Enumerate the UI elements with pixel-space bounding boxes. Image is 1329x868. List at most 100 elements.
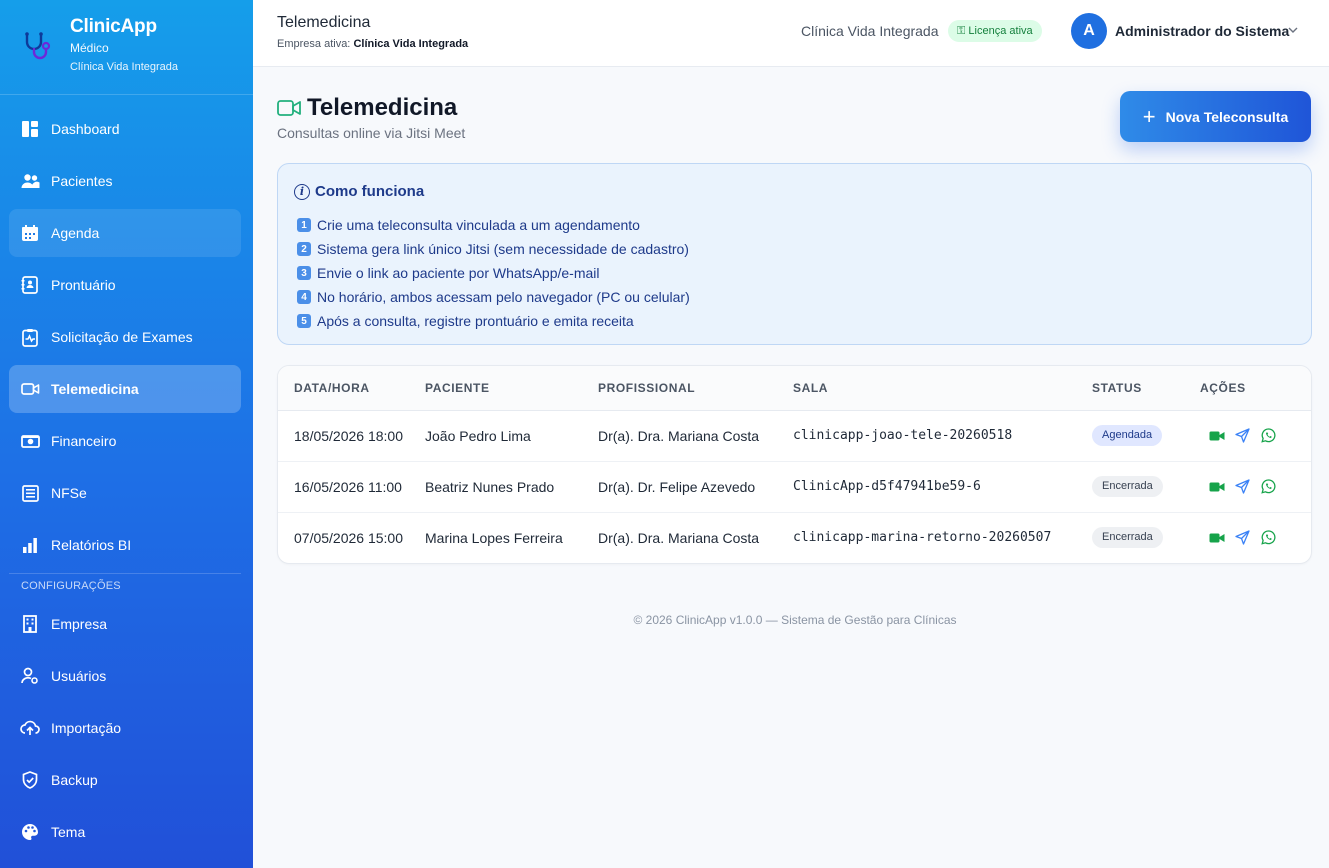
- sidebar-item-usuarios[interactable]: Usuários: [9, 652, 241, 700]
- whatsapp-icon[interactable]: [1260, 427, 1277, 444]
- column-header-professional[interactable]: PROFISSIONAL: [598, 366, 793, 411]
- cell-room: clinicapp-marina-retorno-20260507: [793, 530, 1052, 546]
- step-item: 5 Após a consulta, registre prontuário e …: [297, 309, 690, 333]
- medical-record-icon: [20, 275, 40, 295]
- sidebar-item-backup[interactable]: Backup: [9, 756, 241, 804]
- status-badge: Agendada: [1092, 425, 1163, 446]
- step-number-icon: 2: [297, 242, 311, 256]
- join-video-icon[interactable]: [1208, 529, 1225, 546]
- shield-check-icon: [20, 770, 40, 790]
- top-header: Telemedicina Empresa ativa: Clínica Vida…: [253, 0, 1329, 67]
- send-link-icon[interactable]: [1234, 427, 1251, 444]
- stethoscope-icon: [25, 32, 51, 60]
- clipboard-pulse-icon: [20, 327, 40, 347]
- license-badge: ⚿ Licença ativa: [948, 20, 1042, 42]
- invoice-icon: [20, 483, 40, 503]
- building-icon: [20, 614, 40, 634]
- sidebar-nav: Dashboard Pacientes Agenda Prontuário So…: [0, 95, 253, 569]
- sidebar-item-telemedicina[interactable]: Telemedicina: [9, 365, 241, 413]
- sidebar-item-label: Backup: [51, 772, 98, 788]
- teleconsultations-table: DATA/HORA PACIENTE PROFISSIONAL SALA STA…: [277, 365, 1312, 564]
- sidebar-item-label: NFSe: [51, 485, 87, 501]
- how-it-works-title: i Como funciona: [294, 183, 424, 200]
- step-item: 3 Envie o link ao paciente por WhatsApp/e…: [297, 261, 690, 285]
- table-row: 07/05/2026 15:00 Marina Lopes Ferreira D…: [278, 512, 1311, 563]
- video-icon: [20, 379, 40, 399]
- step-number-icon: 5: [297, 314, 311, 328]
- sidebar-item-dashboard[interactable]: Dashboard: [9, 105, 241, 153]
- cell-professional: Dr(a). Dr. Felipe Azevedo: [598, 461, 793, 513]
- sidebar-item-nfse[interactable]: NFSe: [9, 469, 241, 517]
- sidebar-item-agenda[interactable]: Agenda: [9, 209, 241, 257]
- sidebar-section-label: CONFIGURAÇÕES: [21, 580, 121, 592]
- sidebar-item-tema[interactable]: Tema: [9, 808, 241, 856]
- user-menu-name[interactable]: Administrador do Sistema: [1115, 23, 1289, 39]
- video-icon: [277, 100, 301, 116]
- cell-room: ClinicApp-d5f47941be59-6: [793, 461, 1092, 513]
- cash-icon: [20, 431, 40, 451]
- sidebar: ClinicApp Médico Clínica Vida Integrada …: [0, 0, 253, 868]
- sidebar-item-label: Tema: [51, 824, 86, 840]
- step-text: No horário, ambos acessam pelo navegador…: [317, 289, 690, 305]
- plus-icon: +: [1142, 103, 1156, 129]
- header-clinic-name: Clínica Vida Integrada: [801, 23, 939, 39]
- sidebar-item-relatorios-bi[interactable]: Relatórios BI: [9, 521, 241, 569]
- sidebar-item-label: Pacientes: [51, 173, 113, 189]
- app-name: ClinicApp: [70, 16, 157, 37]
- whatsapp-icon[interactable]: [1260, 529, 1277, 546]
- cell-status: Encerrada: [1092, 461, 1200, 513]
- page-subtitle: Consultas online via Jitsi Meet: [277, 125, 466, 141]
- send-link-icon[interactable]: [1234, 478, 1251, 495]
- status-badge: Encerrada: [1092, 527, 1163, 549]
- table-row: 18/05/2026 18:00 João Pedro Lima Dr(a). …: [278, 410, 1311, 462]
- step-text: Crie uma teleconsulta vinculada a um age…: [317, 217, 640, 233]
- sidebar-item-label: Empresa: [51, 616, 108, 632]
- chevron-down-icon[interactable]: [1287, 24, 1299, 36]
- user-role: Médico: [70, 41, 109, 55]
- sidebar-config-nav: Empresa Usuários Importação Backup Tema: [0, 600, 253, 856]
- step-item: 1 Crie uma teleconsulta vinculada a um ag…: [297, 213, 690, 237]
- step-number-icon: 4: [297, 290, 311, 304]
- sidebar-item-label: Prontuário: [51, 277, 116, 293]
- sidebar-item-solicitacao-exames[interactable]: Solicitação de Exames: [9, 313, 241, 361]
- sidebar-item-financeiro[interactable]: Financeiro: [9, 417, 241, 465]
- active-company-prefix: Empresa ativa:: [277, 38, 351, 50]
- cell-patient: Beatriz Nunes Prado: [425, 461, 598, 513]
- sidebar-item-label: Usuários: [51, 668, 107, 684]
- sidebar-item-pacientes[interactable]: Pacientes: [9, 157, 241, 205]
- cell-status: Agendada: [1092, 410, 1200, 462]
- table-row: 16/05/2026 11:00 Beatriz Nunes Prado Dr(…: [278, 461, 1311, 513]
- new-teleconsultation-label: Nova Teleconsulta: [1165, 108, 1289, 125]
- new-teleconsultation-button[interactable]: + Nova Teleconsulta: [1120, 91, 1311, 142]
- clinic-name: Clínica Vida Integrada: [70, 61, 179, 73]
- sidebar-item-label: Dashboard: [51, 121, 120, 137]
- sidebar-item-label: Importação: [51, 720, 122, 736]
- column-header-actions: AÇÕES: [1200, 366, 1311, 411]
- column-header-status[interactable]: STATUS: [1092, 366, 1200, 411]
- sidebar-item-label: Agenda: [51, 225, 100, 241]
- column-header-room[interactable]: SALA: [793, 366, 1092, 411]
- whatsapp-icon[interactable]: [1260, 478, 1277, 495]
- dashboard-icon: [20, 119, 40, 139]
- cell-actions: [1200, 512, 1311, 563]
- cell-datetime: 16/05/2026 11:00: [278, 461, 425, 513]
- column-header-patient[interactable]: PACIENTE: [425, 366, 598, 411]
- column-header-datetime[interactable]: DATA/HORA: [278, 366, 425, 411]
- join-video-icon[interactable]: [1208, 478, 1225, 495]
- sidebar-item-empresa[interactable]: Empresa: [9, 600, 241, 648]
- send-link-icon[interactable]: [1234, 529, 1251, 546]
- sidebar-item-importacao[interactable]: Importação: [9, 704, 241, 752]
- sidebar-item-prontuario[interactable]: Prontuário: [9, 261, 241, 309]
- table-header-row: DATA/HORA PACIENTE PROFISSIONAL SALA STA…: [278, 366, 1311, 411]
- avatar[interactable]: A: [1071, 13, 1107, 49]
- step-number-icon: 3: [297, 266, 311, 280]
- step-text: Após a consulta, registre prontuário e e…: [317, 313, 634, 329]
- cell-professional: Dr(a). Dra. Mariana Costa: [598, 529, 760, 546]
- palette-icon: [20, 822, 40, 842]
- page-title: Telemedicina: [307, 94, 458, 121]
- user-gear-icon: [20, 666, 40, 686]
- sidebar-item-label: Telemedicina: [51, 381, 139, 397]
- step-item: 4 No horário, ambos acessam pelo navegado…: [297, 285, 690, 309]
- join-video-icon[interactable]: [1208, 427, 1225, 444]
- how-it-works-steps: 1 Crie uma teleconsulta vinculada a um ag…: [297, 213, 690, 333]
